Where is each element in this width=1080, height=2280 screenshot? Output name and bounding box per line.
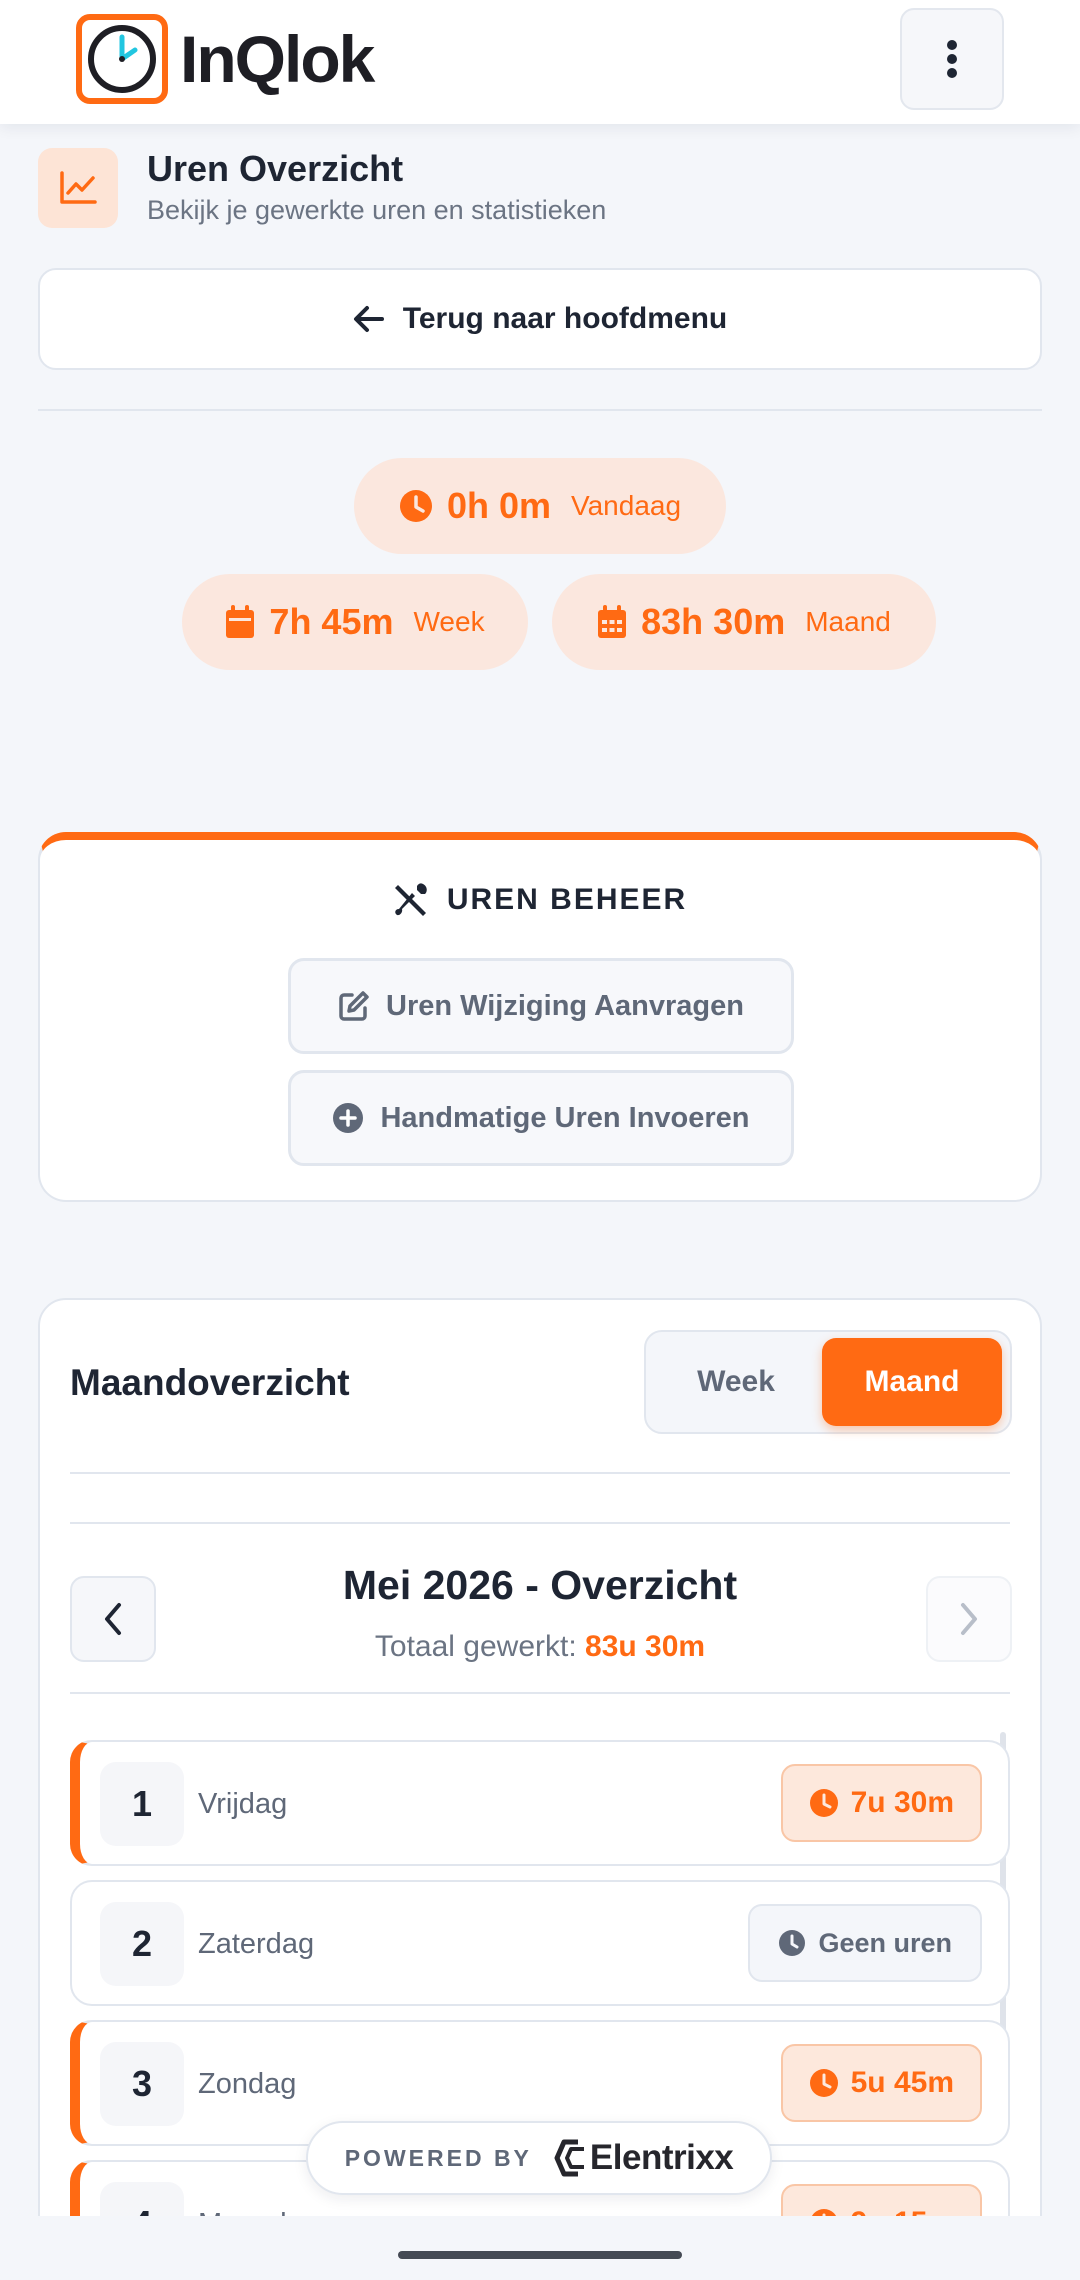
next-month-button[interactable] [926, 1576, 1012, 1662]
day-name: Zondag [198, 2068, 297, 2100]
toggle-week[interactable]: Week [652, 1338, 820, 1426]
hours-badge: 7u 30m [780, 1764, 982, 1842]
month-total-value: 83u 30m [585, 1630, 706, 1663]
clock-icon [779, 1930, 806, 1956]
clock-icon [809, 1789, 838, 1817]
edit-icon [339, 991, 369, 1021]
stat-value: 83h 30m [641, 601, 786, 642]
manual-hours-entry-label: Handmatige Uren Invoeren [380, 1101, 750, 1134]
request-hours-change-button[interactable]: Uren Wijziging Aanvragen [288, 958, 794, 1054]
day-row[interactable]: 2 Zaterdag Geen uren [70, 1880, 1010, 2006]
no-hours-badge: Geen uren [748, 1904, 982, 1982]
hours-value: Geen uren [818, 1927, 952, 1958]
page-title: Uren Overzicht [147, 148, 404, 189]
brand-name: Elentrixx [589, 2138, 734, 2177]
calendar-week-icon [226, 605, 255, 638]
stat-label: Vandaag [571, 490, 682, 521]
uren-beheer-label: UREN BEHEER [446, 883, 688, 916]
stat-value: 0h 0m [446, 485, 551, 526]
day-number: 2 [100, 1902, 184, 1986]
stat-label: Maand [805, 606, 891, 637]
back-button-label: Terug naar hoofdmenu [402, 302, 728, 335]
clock-icon [809, 2069, 838, 2097]
chevron-right-icon [961, 1603, 977, 1635]
day-number: 3 [100, 2042, 184, 2126]
month-total-label: Totaal gewerkt: [374, 1630, 577, 1663]
day-name: Vrijdag [198, 1788, 288, 1820]
day-name: Zaterdag [198, 1928, 315, 1960]
page-subtitle: Bekijk je gewerkte uren en statistieken [147, 195, 607, 225]
divider [70, 1472, 1010, 1474]
month-total: Totaal gewerkt: 83u 30m [40, 1630, 1040, 1664]
stat-value: 7h 45m [269, 601, 394, 642]
request-hours-change-label: Uren Wijziging Aanvragen [386, 989, 744, 1022]
brand-logo: Elentrixx [554, 2138, 734, 2178]
uren-beheer-card: UREN BEHEER Uren Wijziging Aanvragen Han… [38, 832, 1042, 1202]
divider [70, 1522, 1010, 1524]
calendar-month-icon [598, 605, 627, 638]
manual-hours-entry-button[interactable]: Handmatige Uren Invoeren [288, 1070, 794, 1166]
toggle-month[interactable]: Maand [822, 1338, 1002, 1426]
divider [38, 409, 1042, 411]
overview-title: Maandoverzicht [70, 1362, 350, 1403]
chart-line-icon [38, 148, 118, 228]
elentrixx-logo-icon [554, 2139, 584, 2177]
plus-circle-icon [333, 1103, 364, 1133]
hours-badge: 5u 45m [780, 2044, 982, 2122]
app-header: InQlok [0, 0, 1080, 124]
arrow-left-icon [353, 306, 384, 332]
divider [70, 1692, 1010, 1694]
stat-label: Week [413, 606, 485, 637]
back-to-main-menu-button[interactable]: Terug naar hoofdmenu [38, 268, 1042, 370]
powered-by-label: POWERED BY [344, 2144, 532, 2171]
more-menu-button[interactable] [900, 8, 1004, 110]
app-logo[interactable]: InQlok [76, 14, 375, 104]
clock-icon [399, 490, 432, 522]
day-row[interactable]: 1 Vrijdag 7u 30m [70, 1740, 1010, 1866]
hours-value: 7u 30m [850, 1786, 954, 1819]
tools-icon [394, 883, 427, 916]
more-vertical-icon [947, 40, 957, 78]
month-title: Mei 2026 - Overzicht [342, 1562, 738, 1608]
system-navigation-area [0, 2216, 1080, 2280]
stat-week: 7h 45m Week [182, 574, 528, 670]
uren-beheer-title: UREN BEHEER [40, 882, 1040, 918]
stat-today: 0h 0m Vandaag [354, 458, 726, 554]
day-number: 1 [100, 1762, 184, 1846]
stat-month: 83h 30m Maand [552, 574, 936, 670]
hours-value: 5u 45m [850, 2066, 954, 2099]
home-gesture-bar[interactable] [398, 2251, 682, 2259]
period-toggle: Week Maand [644, 1330, 1012, 1434]
logo-text: InQlok [180, 22, 375, 96]
clock-logo-icon [76, 14, 168, 104]
powered-by-badge[interactable]: POWERED BY Elentrixx [306, 2121, 772, 2195]
